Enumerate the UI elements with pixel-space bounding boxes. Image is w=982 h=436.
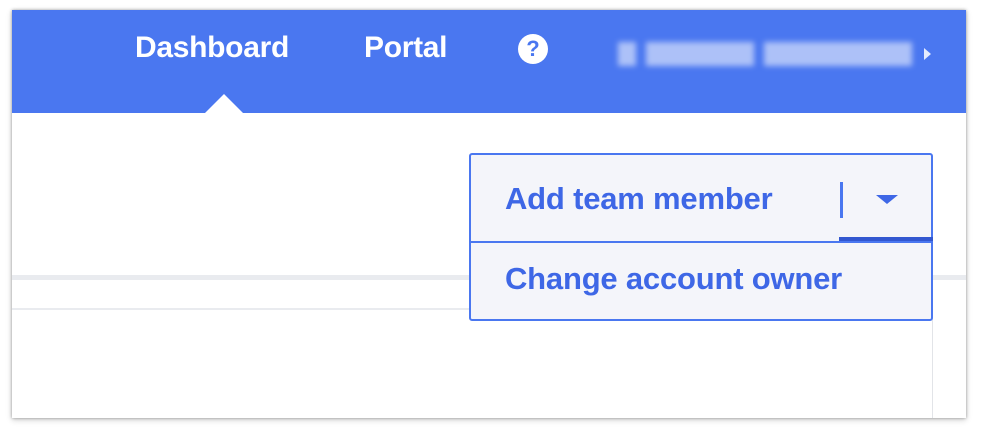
panel-border: [932, 310, 933, 418]
team-actions-toggle-button[interactable]: [839, 155, 933, 241]
redacted-user-name-part: [646, 42, 754, 66]
caret-right-icon: [924, 48, 931, 60]
change-account-owner-menu-item[interactable]: Change account owner: [471, 243, 931, 319]
redacted-user-name-part: [764, 42, 912, 66]
add-team-member-button[interactable]: Add team member: [471, 155, 839, 241]
user-account-menu[interactable]: [618, 32, 938, 76]
nav-dashboard[interactable]: Dashboard: [135, 30, 289, 66]
redacted-user-name: [618, 42, 636, 66]
change-account-owner-label: Change account owner: [505, 261, 843, 296]
question-circle-icon[interactable]: ?: [518, 34, 548, 64]
team-actions-dropdown: Add team member Change account owner: [469, 153, 933, 321]
add-team-member-label: Add team member: [505, 181, 773, 216]
top-navigation-bar: Dashboard Portal ?: [12, 10, 966, 113]
app-window: Dashboard Portal ? Add team member Chang…: [12, 10, 966, 418]
caret-down-icon: [876, 195, 898, 204]
active-nav-indicator: [205, 94, 243, 113]
nav-portal[interactable]: Portal: [364, 30, 448, 66]
